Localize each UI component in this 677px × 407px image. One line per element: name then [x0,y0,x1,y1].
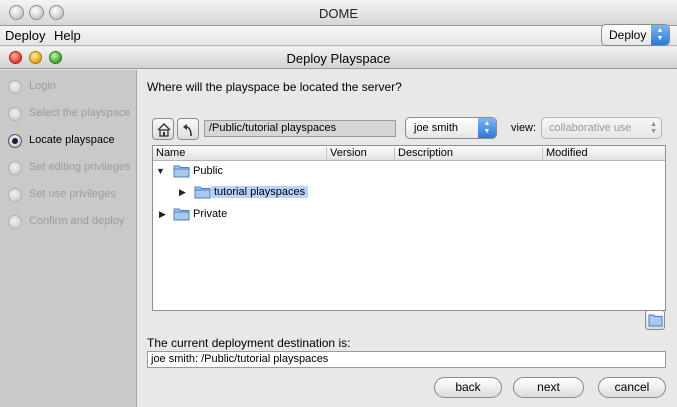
screen: DOME Deploy Help Deploy ▲ ▼ Deploy Playsp… [0,0,677,407]
column-description[interactable]: Description [394,147,453,161]
disclosure-collapsed-icon[interactable]: ▶ [179,187,186,198]
folder-icon [173,165,190,178]
destination-label: The current deployment destination is: [147,336,351,350]
step-confirm-deploy: Confirm and deploy [8,214,136,232]
menubar: Deploy Help [0,26,677,46]
column-name[interactable]: Name [153,147,185,161]
folder-tree[interactable]: Name Version Description Modified ▼ Publ… [152,145,666,311]
window-title: DOME [319,6,358,21]
question-text: Where will the playspace be located the … [147,80,402,94]
mode-select-value: Deploy [609,28,647,42]
window-titlebar: DOME [0,0,677,26]
step-radio [8,188,22,202]
step-label: Locate playspace [29,134,115,146]
step-label: Set use privileges [29,188,116,200]
view-select[interactable]: collaborative use ▲ ▼ [541,117,662,139]
home-button[interactable] [152,118,174,140]
home-icon [157,123,171,137]
up-folder-button[interactable] [177,118,199,140]
cancel-button[interactable]: cancel [598,377,666,398]
new-folder-button[interactable] [645,310,665,330]
view-select-value: collaborative use [549,122,632,134]
step-label: Login [29,80,56,92]
updown-arrows-icon: ▲ ▼ [478,118,496,138]
folder-icon [194,186,211,199]
mode-select[interactable]: Deploy ▲ ▼ [601,24,670,46]
new-folder-icon [648,314,663,327]
column-version[interactable]: Version [326,147,367,161]
step-login: Login [8,79,136,97]
user-select[interactable]: joe smith ▲ ▼ [405,117,497,139]
step-label: Select the playspace [29,107,131,119]
tree-row-public[interactable]: ▼ Public [153,162,665,181]
folder-icon [173,208,190,221]
disclosure-expanded-icon[interactable]: ▼ [156,166,165,176]
updown-arrows-icon: ▲ ▼ [650,121,657,135]
user-select-value: joe smith [414,122,459,134]
step-editing-privileges: Set editing privileges [8,160,136,178]
dialog-title: Deploy Playspace [286,51,391,66]
view-label: view: [511,122,537,134]
back-button[interactable]: back [434,377,502,398]
step-select-playspace: Select the playspace [8,106,136,124]
dialog-titlebar: Deploy Playspace [0,47,677,69]
step-radio [8,161,22,175]
updown-arrows-icon: ▲ ▼ [651,25,669,45]
step-radio-selected [8,134,22,148]
main-panel: Where will the playspace be located the … [138,70,677,407]
tree-row-tutorial-playspaces[interactable]: ▶ tutorial playspaces [153,183,665,202]
step-label: Confirm and deploy [29,215,125,227]
step-locate-playspace: Locate playspace [8,133,136,151]
path-field[interactable]: /Public/tutorial playspaces [204,120,396,137]
menu-help[interactable]: Help [54,28,81,43]
tree-row-label: tutorial playspaces [211,186,309,198]
menu-deploy[interactable]: Deploy [5,28,45,43]
tree-row-private[interactable]: ▶ Private [153,205,665,224]
step-use-privileges: Set use privileges [8,187,136,205]
tree-row-label: Public [193,165,223,177]
up-folder-icon [183,124,192,137]
steps-sidebar: Login Select the playspace Locate playsp… [0,70,137,407]
disclosure-collapsed-icon[interactable]: ▶ [159,209,166,220]
step-label: Set editing privileges [29,161,131,173]
tree-row-label: Private [193,208,228,220]
next-button[interactable]: next [513,377,584,398]
step-radio [8,215,22,229]
step-radio [8,107,22,121]
column-modified[interactable]: Modified [542,147,588,161]
destination-field: joe smith: /Public/tutorial playspaces [147,351,666,368]
tree-header: Name Version Description Modified [153,146,665,161]
step-radio [8,80,22,94]
